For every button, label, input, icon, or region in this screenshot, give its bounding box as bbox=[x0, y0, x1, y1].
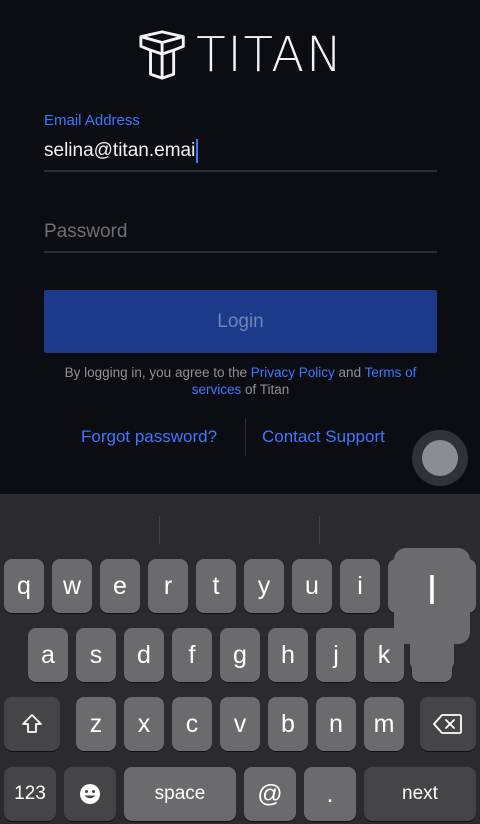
key-z[interactable]: z bbox=[76, 697, 116, 751]
terms-and: and bbox=[334, 365, 365, 380]
key-i[interactable]: i bbox=[340, 559, 380, 613]
key-d[interactable]: d bbox=[124, 628, 164, 682]
key-f[interactable]: f bbox=[172, 628, 212, 682]
key-w[interactable]: w bbox=[52, 559, 92, 613]
shift-key[interactable] bbox=[4, 697, 60, 751]
key-b[interactable]: b bbox=[268, 697, 308, 751]
prediction-separator bbox=[319, 516, 320, 544]
space-key[interactable]: space bbox=[124, 767, 236, 821]
contact-support-link[interactable]: Contact Support bbox=[262, 427, 385, 447]
assistive-touch-icon bbox=[422, 440, 458, 476]
key-v[interactable]: v bbox=[220, 697, 260, 751]
terms-text: By logging in, you agree to the Privacy … bbox=[44, 364, 437, 398]
key-h[interactable]: h bbox=[268, 628, 308, 682]
forgot-password-link[interactable]: Forgot password? bbox=[81, 427, 217, 447]
login-screen: TITAN Email Address selina@titan.emai Pa… bbox=[0, 0, 480, 494]
key-x[interactable]: x bbox=[124, 697, 164, 751]
at-key[interactable]: @ bbox=[244, 767, 296, 821]
terms-prefix: By logging in, you agree to the bbox=[64, 365, 251, 380]
prediction-separator bbox=[159, 516, 160, 544]
key-y[interactable]: y bbox=[244, 559, 284, 613]
key-t[interactable]: t bbox=[196, 559, 236, 613]
terms-suffix: of Titan bbox=[241, 382, 290, 397]
links-divider bbox=[245, 418, 246, 456]
brand-name: TITAN bbox=[196, 27, 344, 83]
key-popup: l bbox=[394, 548, 470, 644]
key-n[interactable]: n bbox=[316, 697, 356, 751]
key-j[interactable]: j bbox=[316, 628, 356, 682]
key-u[interactable]: u bbox=[292, 559, 332, 613]
privacy-policy-link[interactable]: Privacy Policy bbox=[251, 365, 335, 380]
key-r[interactable]: r bbox=[148, 559, 188, 613]
titan-logo: TITAN bbox=[138, 26, 344, 84]
password-field[interactable]: Password bbox=[44, 221, 127, 243]
help-links: Forgot password? Contact Support bbox=[0, 418, 480, 458]
emoji-key[interactable] bbox=[64, 767, 116, 821]
text-caret bbox=[196, 139, 199, 163]
shift-icon bbox=[22, 714, 42, 733]
key-m[interactable]: m bbox=[364, 697, 404, 751]
titan-logo-icon bbox=[139, 30, 185, 80]
email-value: selina@titan.emai bbox=[44, 140, 196, 161]
email-label: Email Address bbox=[44, 112, 140, 129]
key-popup-char: l bbox=[427, 568, 437, 613]
emoji-icon bbox=[80, 784, 100, 804]
backspace-key[interactable] bbox=[420, 697, 476, 751]
key-c[interactable]: c bbox=[172, 697, 212, 751]
dot-key[interactable]: . bbox=[304, 767, 356, 821]
next-key[interactable]: next bbox=[364, 767, 476, 821]
key-s[interactable]: s bbox=[76, 628, 116, 682]
assistive-touch-button[interactable] bbox=[412, 430, 468, 486]
email-field[interactable]: selina@titan.emai bbox=[44, 139, 199, 163]
backspace-icon bbox=[433, 714, 462, 734]
key-e[interactable]: e bbox=[100, 559, 140, 613]
numbers-key[interactable]: 123 bbox=[4, 767, 56, 821]
password-underline bbox=[44, 251, 437, 253]
email-underline bbox=[44, 170, 437, 172]
key-q[interactable]: q bbox=[4, 559, 44, 613]
login-button[interactable]: Login bbox=[44, 290, 437, 353]
key-a[interactable]: a bbox=[28, 628, 68, 682]
key-g[interactable]: g bbox=[220, 628, 260, 682]
